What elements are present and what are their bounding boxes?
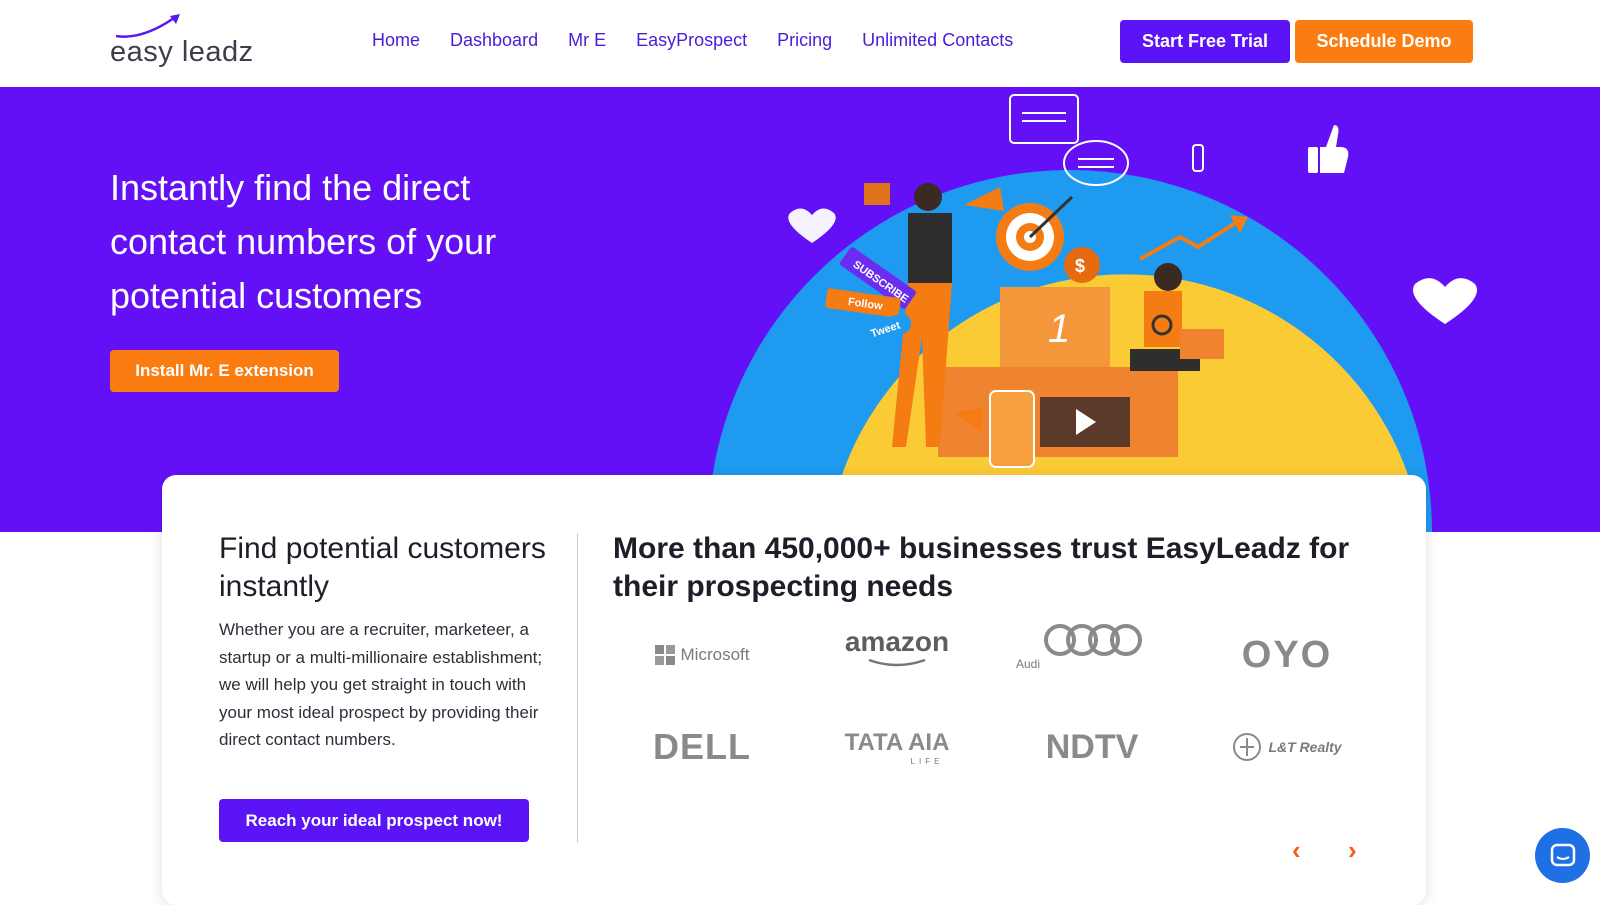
features-card: Find potential customers instantly Wheth…	[162, 475, 1426, 905]
heart-icon	[788, 208, 836, 243]
phone-outline-icon	[1192, 144, 1204, 172]
svg-text:1: 1	[1048, 307, 1070, 351]
audi-rings-icon	[1044, 624, 1142, 656]
site-header: easy leadz Home Dashboard Mr E EasyProsp…	[0, 0, 1600, 87]
svg-text:$: $	[1075, 256, 1085, 276]
carousel-prev-arrow[interactable]: ‹	[1292, 835, 1301, 866]
chat-widget-button[interactable]	[1535, 828, 1590, 883]
tata-aia-logo: TATA AIA LIFE	[844, 728, 950, 766]
amazon-smile-icon	[868, 658, 926, 667]
windows-grid-icon	[654, 645, 675, 665]
phone-icon	[989, 390, 1035, 468]
main-nav: Home Dashboard Mr E EasyProspect Pricing…	[372, 30, 1043, 51]
chat-bubble-icon	[1009, 94, 1079, 144]
card-body: Whether you are a recruiter, marketeer, …	[219, 620, 543, 749]
reach-prospect-button[interactable]: Reach your ideal prospect now!	[219, 799, 529, 842]
card-heading: Find potential customers instantly	[219, 532, 546, 603]
heart-icon	[1413, 278, 1477, 324]
hero-section: Instantly find the direct contact number…	[0, 87, 1600, 532]
audi-logo: Audi	[1002, 617, 1182, 677]
chat-icon	[1550, 843, 1575, 866]
trust-heading: More than 450,000+ businesses trust Easy…	[613, 532, 1350, 603]
oyo-logo: OYO	[1241, 633, 1333, 676]
client-logos-carousel: Microsoft amazon Audi OYO DELL TATA AIA …	[612, 624, 1392, 825]
dell-logo: DELL	[653, 726, 751, 767]
vertical-divider	[577, 533, 578, 843]
nav-easyprospect[interactable]: EasyProspect	[636, 30, 747, 51]
start-free-trial-button[interactable]: Start Free Trial	[1120, 20, 1290, 63]
logo-text: easy leadz	[110, 36, 254, 68]
lt-emblem-icon	[1233, 733, 1262, 761]
easyleadz-logo[interactable]: easy leadz	[110, 14, 260, 74]
thumbs-up-icon	[1308, 125, 1349, 173]
carousel-next-arrow[interactable]: ›	[1348, 835, 1357, 866]
nav-mr-e[interactable]: Mr E	[568, 30, 606, 51]
hero-title: Instantly find the direct contact number…	[110, 167, 497, 316]
microsoft-logo: Microsoft	[612, 625, 792, 685]
nav-home[interactable]: Home	[372, 30, 420, 51]
amazon-logo: amazon	[807, 617, 987, 677]
hero-illustration: 1 $ SUBSCRIBE Follow Tweet	[708, 94, 1477, 532]
lt-realty-logo: L&T Realty	[1197, 717, 1377, 777]
nav-pricing[interactable]: Pricing	[777, 30, 832, 51]
card-intro: Find potential customers instantly Wheth…	[219, 530, 549, 754]
schedule-demo-button[interactable]: Schedule Demo	[1295, 20, 1473, 63]
nav-unlimited-contacts[interactable]: Unlimited Contacts	[862, 30, 1013, 51]
install-extension-button[interactable]: Install Mr. E extension	[110, 350, 339, 392]
nav-dashboard[interactable]: Dashboard	[450, 30, 538, 51]
ndtv-logo: NDTV	[1045, 727, 1139, 766]
